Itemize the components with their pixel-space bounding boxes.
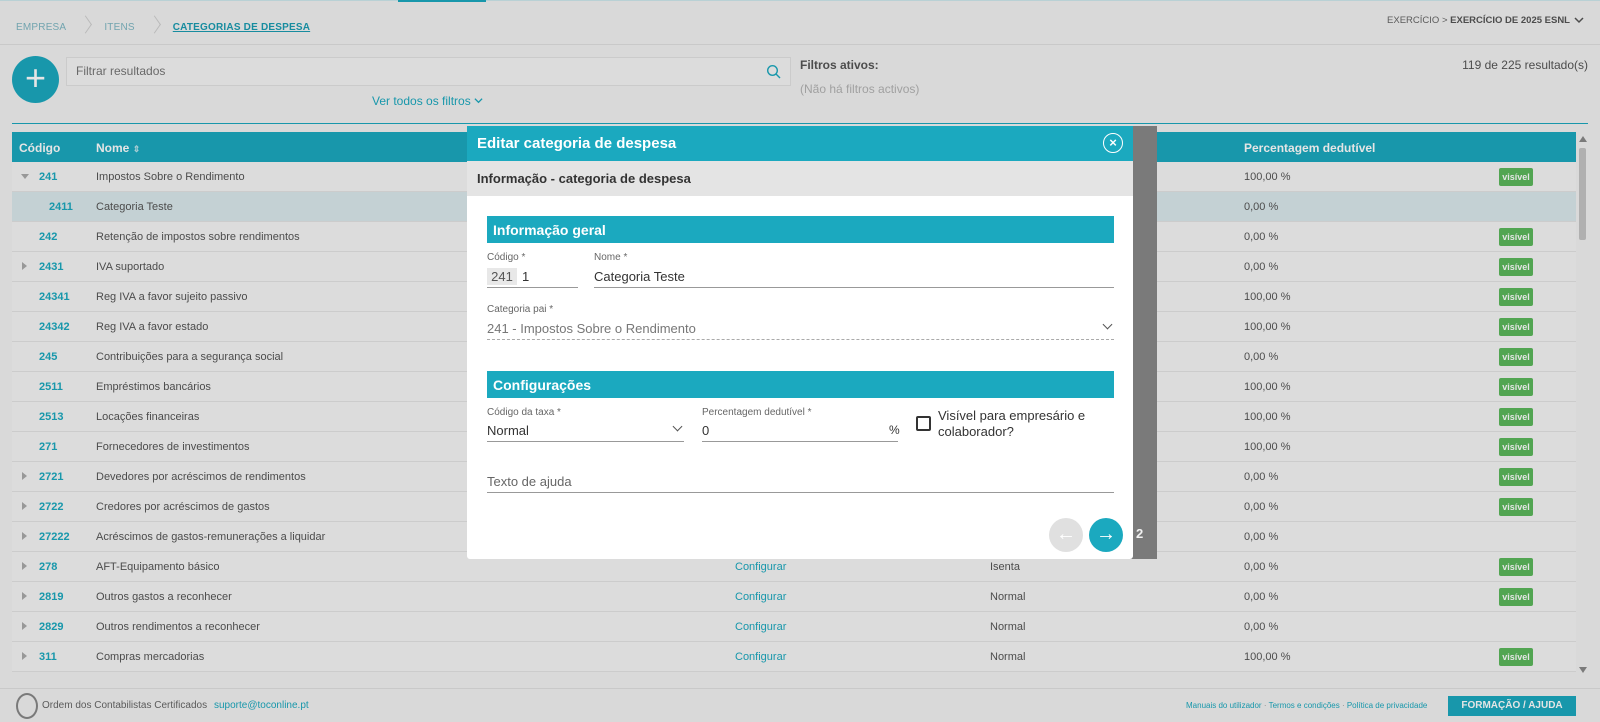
next-arrow-icon[interactable]: → <box>1089 518 1123 552</box>
categoria-pai-label: Categoria pai * <box>487 304 554 315</box>
edit-category-modal: Editar categoria de despesa × Informação… <box>467 126 1133 559</box>
codigo-underline <box>487 287 578 288</box>
codigo-prefix: 241 <box>487 268 517 285</box>
help-text-underline <box>487 492 1114 493</box>
visible-label-2: colaborador? <box>938 424 1014 439</box>
nome-underline <box>594 287 1114 288</box>
taxa-underline <box>487 441 684 442</box>
previous-arrow-icon[interactable]: ← <box>1049 518 1083 552</box>
modal-subtitle: Informação - categoria de despesa <box>467 161 1133 196</box>
percent-underline <box>702 441 898 442</box>
categoria-pai-underline <box>487 339 1114 340</box>
codigo-input[interactable]: 1 <box>522 269 529 284</box>
close-icon[interactable]: × <box>1103 133 1123 153</box>
chevron-down-icon[interactable] <box>672 421 683 432</box>
modal-title: Editar categoria de despesa <box>477 135 677 152</box>
modal-header: Editar categoria de despesa × <box>467 126 1133 161</box>
chevron-down-icon[interactable] <box>1102 319 1113 330</box>
help-text-input[interactable]: Texto de ajuda <box>487 474 572 489</box>
percent-input[interactable]: 0 <box>702 423 709 438</box>
visible-label-1: Visível para empresário e <box>938 408 1086 423</box>
percent-unit: % <box>889 423 900 437</box>
codigo-label: Código * <box>487 252 526 263</box>
categoria-pai-select[interactable]: 241 - Impostos Sobre o Rendimento <box>487 321 696 336</box>
taxa-select[interactable]: Normal <box>487 423 529 438</box>
visible-checkbox[interactable] <box>916 416 931 431</box>
percent-label: Percentagem dedutível * <box>702 407 812 418</box>
taxa-label: Código da taxa * <box>487 407 561 418</box>
page-number: 2 <box>1136 526 1144 541</box>
section-general-info: Informação geral <box>487 216 1114 243</box>
nome-label: Nome * <box>594 252 628 263</box>
section-configurations: Configurações <box>487 371 1114 398</box>
nome-input[interactable]: Categoria Teste <box>594 269 685 284</box>
